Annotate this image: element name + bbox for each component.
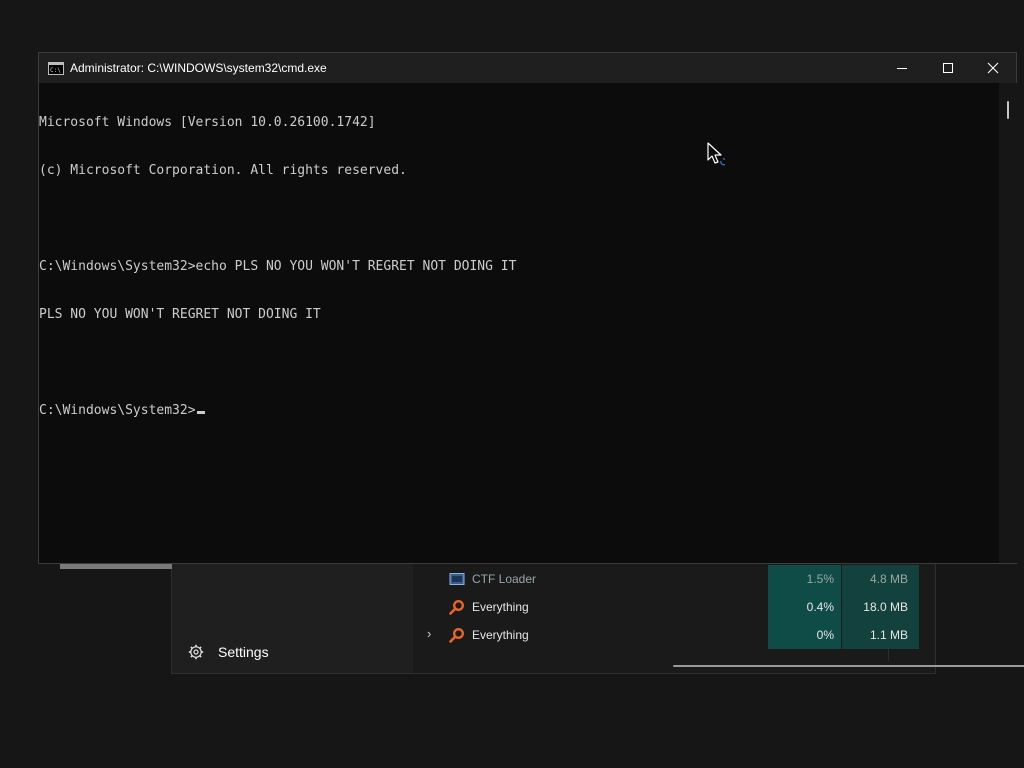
svg-text:C:\: C:\ (50, 67, 61, 74)
vertical-scrollbar[interactable] (999, 83, 1017, 563)
mouse-pointer-icon (707, 142, 725, 166)
text-caret (196, 411, 205, 414)
close-icon (987, 62, 999, 74)
search-icon (449, 599, 465, 615)
desktop: Settings CTF Loader 1.5% 4.8 MB Everythi (0, 0, 1024, 768)
search-icon (449, 627, 465, 643)
cmd-app-icon: C:\ (48, 61, 64, 75)
console-line: (c) Microsoft Corporation. All rights re… (39, 163, 407, 178)
maximize-button[interactable] (925, 53, 971, 83)
process-memory: 1.1 MB (842, 621, 919, 649)
command-prompt: C:\Windows\System32> (39, 403, 196, 418)
title-bar[interactable]: C:\ Administrator: C:\WINDOWS\system32\c… (39, 53, 1016, 83)
minimize-icon (897, 68, 907, 69)
horizontal-scrollbar[interactable] (673, 665, 1024, 667)
process-memory: 4.8 MB (842, 565, 919, 593)
maximize-icon (943, 63, 953, 73)
process-cpu: 1.5% (768, 565, 841, 593)
settings-nav-item[interactable]: Settings (188, 641, 269, 663)
close-button[interactable] (970, 53, 1016, 83)
process-memory: 18.0 MB (842, 593, 919, 621)
process-row[interactable]: › Everything 0% 1.1 MB (413, 621, 935, 649)
window-title: Administrator: C:\WINDOWS\system32\cmd.e… (70, 61, 327, 75)
process-row[interactable]: CTF Loader 1.5% 4.8 MB (413, 565, 935, 593)
chevron-right-icon[interactable]: › (427, 627, 439, 641)
console-output[interactable]: Microsoft Windows [Version 10.0.26100.17… (39, 83, 999, 563)
gear-icon (188, 644, 204, 660)
process-row[interactable]: Everything 0.4% 18.0 MB (413, 593, 935, 621)
scrollbar-thumb[interactable] (1007, 101, 1009, 119)
process-name: CTF Loader (472, 572, 537, 586)
ctf-loader-icon (449, 573, 465, 585)
process-cpu: 0.4% (768, 593, 841, 621)
process-name: Everything (472, 600, 529, 614)
cmd-window[interactable]: C:\ Administrator: C:\WINDOWS\system32\c… (38, 52, 1017, 564)
process-cpu: 0% (768, 621, 841, 649)
process-name: Everything (472, 628, 529, 642)
console-line: C:\Windows\System32>echo PLS NO YOU WON'… (39, 259, 517, 274)
console-line: Microsoft Windows [Version 10.0.26100.17… (39, 115, 376, 130)
settings-label: Settings (218, 644, 269, 660)
console-prompt-line[interactable]: C:\Windows\System32> (39, 403, 999, 419)
console-line: PLS NO YOU WON'T REGRET NOT DOING IT (39, 307, 321, 322)
minimize-button[interactable] (879, 53, 925, 83)
